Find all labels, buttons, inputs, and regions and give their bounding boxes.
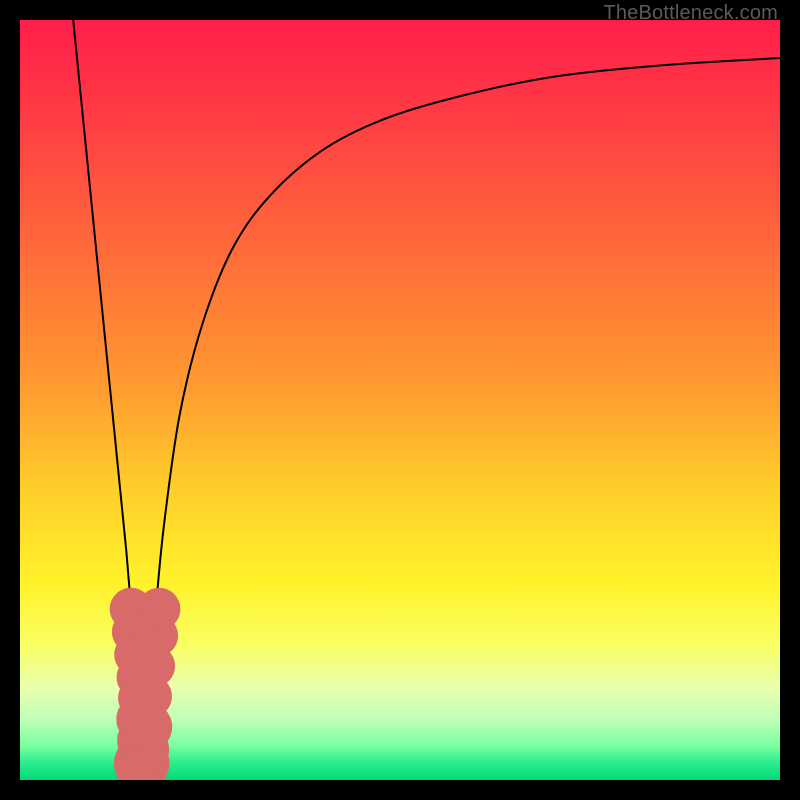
chart-svg xyxy=(20,20,780,780)
chart-frame: TheBottleneck.com xyxy=(0,0,800,800)
plot-area xyxy=(20,20,780,780)
data-marker xyxy=(138,588,181,631)
